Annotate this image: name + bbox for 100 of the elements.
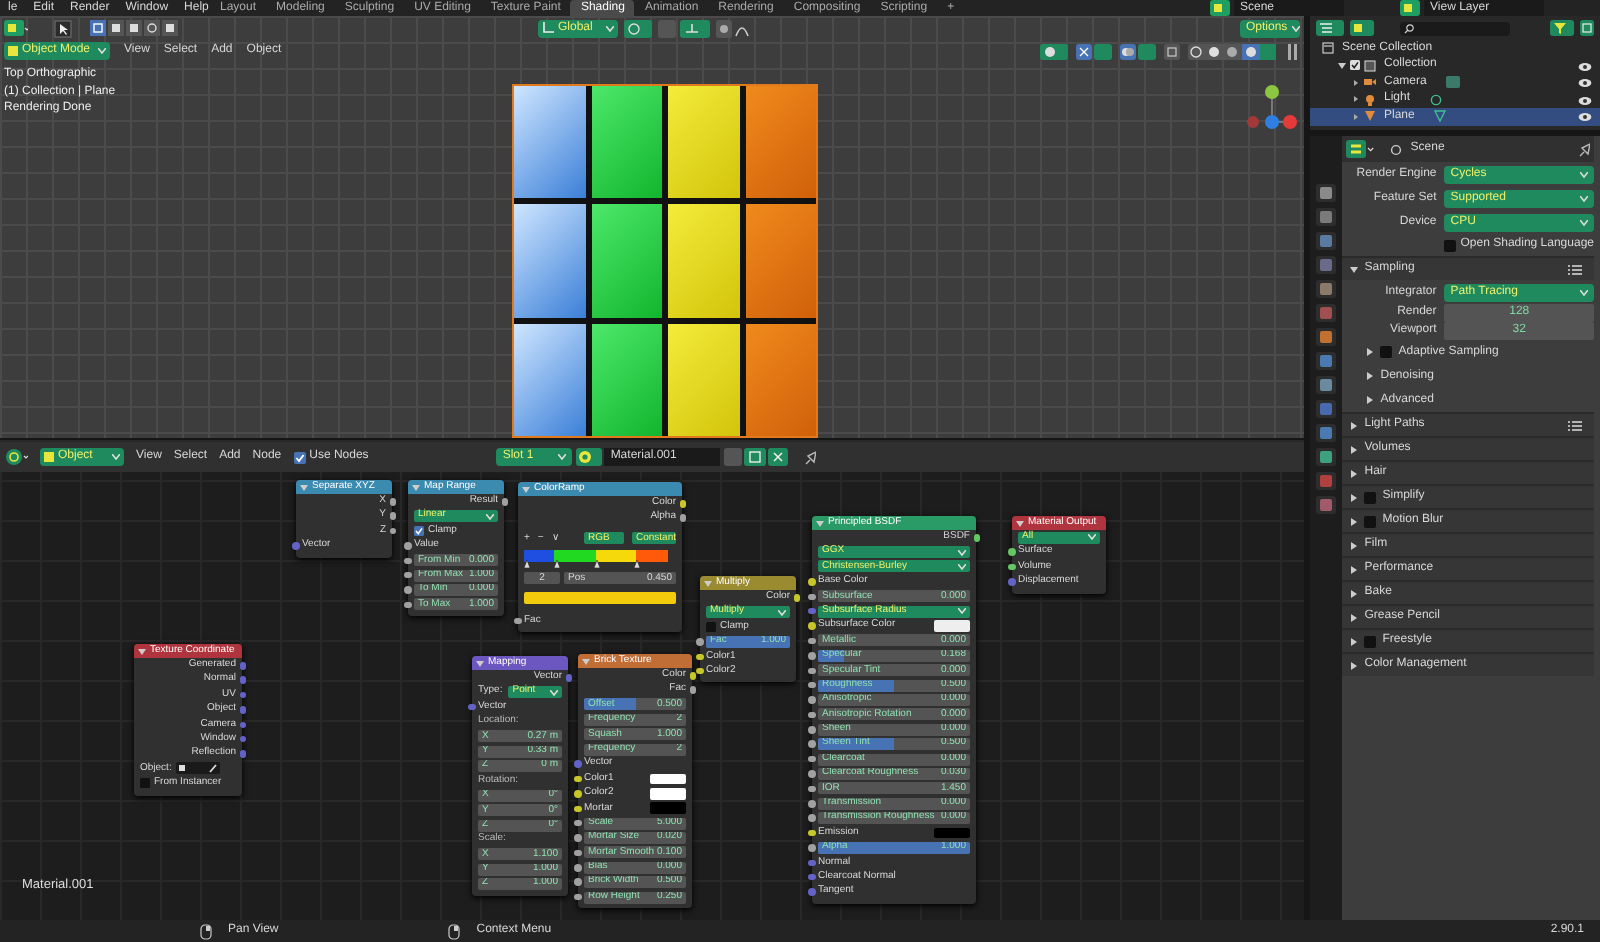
editor-type-icon[interactable] [4, 19, 28, 37]
xray-icon[interactable] [1164, 43, 1180, 59]
node-socket[interactable] [468, 703, 475, 711]
properties-tab-icon[interactable] [1316, 376, 1337, 394]
properties-tab-icon[interactable] [1316, 352, 1337, 370]
properties-tab-icon[interactable] [1316, 448, 1337, 466]
proportional-edit-icon[interactable] [716, 19, 752, 37]
editor-type-icon[interactable] [4, 448, 28, 466]
node-socket[interactable] [389, 527, 396, 535]
node-socket[interactable] [574, 775, 581, 783]
node-socket[interactable] [808, 873, 815, 881]
properties-tab-icon[interactable] [1316, 208, 1337, 226]
node-socket[interactable] [808, 696, 815, 704]
snap-icon[interactable] [658, 19, 710, 37]
node-socket[interactable] [292, 542, 299, 550]
node-socket[interactable] [574, 849, 581, 857]
color-swatch[interactable] [650, 802, 686, 814]
node-socket[interactable] [574, 834, 581, 842]
display-mode-icon[interactable] [1316, 20, 1344, 36]
select-cursor-icon[interactable] [54, 19, 72, 37]
presets-list-icon[interactable] [1568, 263, 1582, 275]
properties-tab-icon[interactable] [1316, 304, 1337, 322]
node-socket[interactable] [565, 674, 572, 681]
node-socket[interactable] [696, 653, 703, 661]
node-socket[interactable] [679, 500, 686, 507]
node-socket[interactable] [808, 785, 815, 793]
node-socket[interactable] [808, 726, 815, 734]
properties-tab-icon[interactable] [1316, 472, 1337, 490]
object-field-icon[interactable] [175, 762, 220, 775]
color-swatch[interactable] [934, 827, 970, 839]
visibility-icon[interactable] [1040, 43, 1068, 59]
node-socket[interactable] [404, 557, 411, 565]
node-socket[interactable] [239, 735, 246, 743]
node-socket[interactable] [689, 672, 696, 679]
node-socket[interactable] [808, 800, 815, 808]
node-socket[interactable] [239, 691, 246, 699]
properties-tab-icon[interactable] [1316, 280, 1337, 298]
presets-list-icon[interactable] [1568, 419, 1582, 431]
material-actions-icon[interactable] [724, 448, 793, 466]
node-socket[interactable] [808, 770, 815, 778]
material-browse-icon[interactable] [576, 448, 603, 466]
node-socket[interactable] [808, 622, 815, 630]
node-socket[interactable] [808, 755, 815, 763]
sidebar-toggle-icon[interactable] [1284, 43, 1300, 59]
node-socket[interactable] [808, 888, 815, 896]
node-socket[interactable] [679, 514, 686, 522]
node-socket[interactable] [808, 740, 815, 748]
properties-tab-icon[interactable] [1316, 328, 1337, 346]
node-socket[interactable] [808, 652, 815, 660]
properties-tab-icon[interactable] [1316, 424, 1337, 442]
node-socket[interactable] [973, 534, 980, 541]
filter-view-icon[interactable] [1350, 20, 1374, 36]
color-swatch[interactable] [650, 773, 686, 785]
node-socket[interactable] [389, 498, 396, 505]
gizmo-icon[interactable] [1076, 43, 1112, 59]
node-socket[interactable] [808, 859, 815, 867]
color-swatch[interactable] [934, 620, 970, 632]
node-socket[interactable] [404, 586, 411, 594]
pivot-icon[interactable] [624, 19, 652, 37]
node-socket[interactable] [574, 790, 581, 798]
node-socket[interactable] [404, 571, 411, 579]
properties-tab-icon[interactable] [1316, 184, 1337, 202]
node-socket[interactable] [239, 721, 246, 729]
node-socket[interactable] [696, 638, 703, 646]
node-socket[interactable] [1008, 563, 1015, 571]
node-socket[interactable] [808, 681, 815, 689]
node-socket[interactable] [514, 617, 521, 625]
properties-tab-icon[interactable] [1316, 400, 1337, 418]
properties-tab-icon[interactable] [1316, 496, 1337, 514]
node-socket[interactable] [808, 667, 815, 675]
node-socket[interactable] [808, 607, 815, 615]
node-socket[interactable] [389, 512, 396, 520]
node-socket[interactable] [808, 844, 815, 852]
editor-type-icon[interactable] [1346, 140, 1375, 158]
node-socket[interactable] [696, 667, 703, 675]
pin-icon[interactable] [1578, 141, 1590, 157]
properties-tab-icon[interactable] [1316, 232, 1337, 250]
color-swatch[interactable] [650, 788, 686, 800]
node-socket[interactable] [239, 676, 246, 684]
node-socket[interactable] [574, 805, 581, 813]
node-socket[interactable] [808, 637, 815, 645]
node-socket[interactable] [574, 760, 581, 768]
eye-icon[interactable] [1578, 112, 1592, 122]
node-socket[interactable] [574, 864, 581, 872]
node-socket[interactable] [808, 578, 815, 586]
node-socket[interactable] [1008, 548, 1015, 556]
node-socket[interactable] [808, 711, 815, 719]
node-socket[interactable] [239, 750, 246, 758]
eye-icon[interactable] [1578, 78, 1592, 88]
node-socket[interactable] [793, 594, 800, 601]
node-socket[interactable] [404, 601, 411, 609]
overlays-icon[interactable] [1120, 43, 1156, 59]
node-socket[interactable] [689, 686, 696, 694]
filter-icon[interactable] [1550, 20, 1574, 36]
node-socket[interactable] [574, 878, 581, 886]
search-field[interactable] [1400, 21, 1510, 35]
properties-tab-icon[interactable] [1316, 256, 1337, 274]
node-socket[interactable] [808, 814, 815, 822]
node-socket[interactable] [1008, 578, 1015, 586]
node-socket[interactable] [574, 819, 581, 827]
